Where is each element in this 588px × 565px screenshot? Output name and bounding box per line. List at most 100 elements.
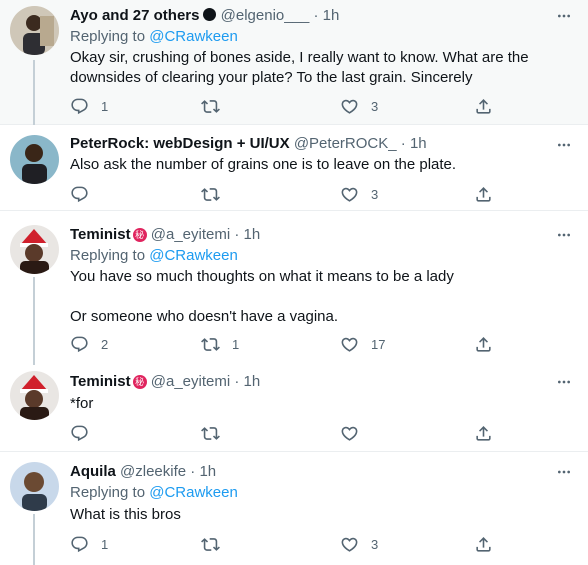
share-icon (474, 97, 493, 116)
retweet-button[interactable]: 1 (201, 333, 239, 355)
retweet-button[interactable] (201, 422, 232, 444)
reply-count: 1 (101, 536, 109, 552)
handle[interactable]: @a_eyitemi (151, 373, 230, 390)
tweet-actions (62, 422, 502, 444)
replying-prefix: Replying to (70, 247, 150, 264)
replying-prefix: Replying to (70, 484, 150, 501)
tweet-header: Teminist 秘 @a_eyitemi · 1h (70, 372, 260, 392)
display-name[interactable]: Teminist (70, 373, 131, 390)
tweet-text: You have so much thoughts on what it mea… (70, 268, 454, 325)
like-count: 3 (371, 186, 379, 202)
tweet-ayo[interactable]: Ayo and 27 others @elgenio___ · 1h Reply… (0, 0, 588, 125)
thread-line (33, 60, 35, 125)
like-button[interactable] (340, 422, 371, 444)
retweet-icon (201, 185, 220, 204)
like-count: 17 (371, 336, 386, 352)
share-button[interactable] (474, 95, 493, 117)
more-icon[interactable] (554, 8, 574, 24)
reply-icon (70, 97, 89, 116)
share-button[interactable] (474, 533, 493, 555)
display-name[interactable]: Aquila (70, 463, 116, 480)
display-name[interactable]: Ayo and 27 others (70, 7, 199, 24)
separator: · (234, 226, 240, 243)
share-button[interactable] (474, 422, 493, 444)
like-button[interactable]: 3 (340, 183, 378, 205)
retweet-button[interactable] (201, 95, 232, 117)
display-name[interactable]: Teminist (70, 226, 131, 243)
reply-button[interactable] (70, 422, 101, 444)
avatar[interactable] (10, 225, 59, 274)
thread-line (33, 277, 35, 365)
tweet-actions: 3 (62, 183, 502, 205)
reply-icon (70, 335, 89, 354)
reply-icon (70, 185, 89, 204)
replying-to-link[interactable]: @CRawkeen (149, 484, 238, 501)
replying-to: Replying to @CRawkeen (70, 246, 238, 266)
timestamp[interactable]: 1h (244, 373, 261, 390)
handle[interactable]: @a_eyitemi (151, 226, 230, 243)
timestamp[interactable]: 1h (323, 7, 340, 24)
heart-icon (340, 424, 359, 443)
tweet-peterrock[interactable]: PeterRock: webDesign + UI/UX @PeterROCK_… (0, 125, 588, 211)
reply-icon (70, 424, 89, 443)
retweet-icon (201, 535, 220, 554)
handle[interactable]: @PeterROCK_ (294, 135, 397, 152)
reply-count: 1 (101, 98, 109, 114)
separator: · (234, 373, 240, 390)
more-icon[interactable] (554, 227, 574, 243)
replying-to: Replying to @CRawkeen (70, 483, 238, 503)
retweet-button[interactable] (201, 533, 232, 555)
heart-icon (340, 97, 359, 116)
emoji-badge: 秘 (132, 375, 147, 389)
tweet-actions: 2 1 17 (62, 333, 502, 355)
reply-button[interactable] (70, 183, 101, 205)
tweet-teminist-2[interactable]: Teminist 秘 @a_eyitemi · 1h *for (0, 363, 588, 452)
like-count: 3 (371, 536, 379, 552)
more-icon[interactable] (554, 464, 574, 480)
like-button[interactable]: 17 (340, 333, 385, 355)
tweet-text: *for (70, 395, 94, 412)
handle[interactable]: @zleekife (120, 463, 186, 480)
tweet-teminist-1[interactable]: Teminist 秘 @a_eyitemi · 1h Replying to @C… (0, 211, 588, 365)
timestamp[interactable]: 1h (244, 226, 261, 243)
tweet-text: Okay sir, crushing of bones aside, I rea… (70, 49, 529, 86)
handle[interactable]: @elgenio___ (221, 7, 310, 24)
reply-button[interactable]: 1 (70, 95, 108, 117)
reply-button[interactable]: 2 (70, 333, 108, 355)
tweet-actions: 1 3 (62, 95, 502, 117)
like-button[interactable]: 3 (340, 95, 378, 117)
replying-to-link[interactable]: @CRawkeen (149, 28, 238, 45)
separator: · (190, 463, 196, 480)
heart-icon (340, 535, 359, 554)
heart-icon (340, 185, 359, 204)
retweet-count: 1 (232, 336, 240, 352)
reply-button[interactable]: 1 (70, 533, 108, 555)
badge-icon (203, 8, 217, 21)
heart-icon (340, 335, 359, 354)
emoji-badge: 秘 (132, 228, 147, 242)
separator: · (313, 7, 319, 24)
more-icon[interactable] (554, 137, 574, 153)
replying-prefix: Replying to (70, 28, 150, 45)
retweet-button[interactable] (201, 183, 232, 205)
reply-icon (70, 535, 89, 554)
share-button[interactable] (474, 333, 493, 355)
retweet-icon (201, 335, 220, 354)
timestamp[interactable]: 1h (410, 135, 427, 152)
share-button[interactable] (474, 183, 493, 205)
avatar[interactable] (10, 371, 59, 420)
avatar[interactable] (10, 462, 59, 511)
display-name[interactable]: PeterRock: webDesign + UI/UX (70, 135, 290, 152)
more-icon[interactable] (554, 374, 574, 390)
like-count: 3 (371, 98, 379, 114)
like-button[interactable]: 3 (340, 533, 378, 555)
share-icon (474, 424, 493, 443)
thread-line (33, 514, 35, 565)
tweet-header: Ayo and 27 others @elgenio___ · 1h (70, 6, 339, 26)
timestamp[interactable]: 1h (199, 463, 216, 480)
avatar[interactable] (10, 135, 59, 184)
tweet-aquila[interactable]: Aquila @zleekife · 1h Replying to @CRawk… (0, 452, 588, 565)
replying-to-link[interactable]: @CRawkeen (149, 247, 238, 264)
retweet-icon (201, 97, 220, 116)
avatar[interactable] (10, 6, 59, 55)
